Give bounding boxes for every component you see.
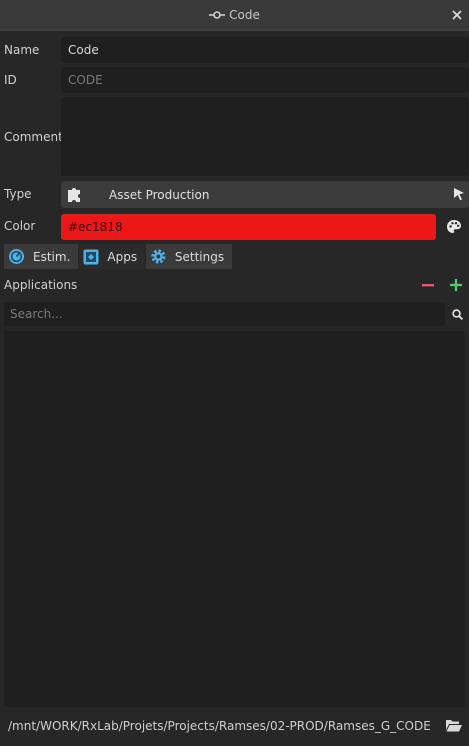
gear-icon [151, 249, 166, 264]
tab-bar: Estim. Apps Settings [4, 244, 233, 269]
puzzle-icon [67, 187, 81, 203]
applications-title: Applications [4, 278, 78, 292]
color-field[interactable]: #ec1818 [61, 214, 436, 240]
type-label: Type [4, 187, 32, 201]
folder-open-icon [446, 719, 462, 731]
applications-list[interactable] [4, 331, 465, 707]
tab-apps-label: Apps [107, 249, 138, 264]
open-folder-button[interactable] [444, 716, 464, 734]
close-button[interactable] [449, 7, 465, 23]
type-value: Asset Production [109, 187, 210, 202]
id-placeholder: CODE [68, 73, 103, 87]
color-label: Color [4, 219, 36, 233]
apps-icon [83, 249, 99, 264]
tab-estimation-label: Estim. [33, 249, 71, 264]
id-field[interactable]: CODE [61, 67, 469, 93]
color-value: #ec1818 [68, 220, 123, 234]
tab-apps[interactable]: Apps [79, 244, 146, 269]
name-value: Code [68, 43, 99, 57]
palette-icon [447, 220, 461, 233]
tab-settings-label: Settings [174, 249, 225, 264]
tab-settings[interactable]: Settings [146, 244, 233, 269]
id-label: ID [4, 73, 17, 87]
search-icon [451, 308, 463, 320]
name-label: Name [4, 43, 40, 57]
plus-icon [450, 279, 462, 291]
name-field[interactable]: Code [61, 37, 469, 63]
footer: /mnt/WORK/RxLab/Projets/Projects/Ramses/… [0, 712, 469, 740]
search-placeholder: Search... [10, 307, 63, 321]
cursor-arrow-icon [453, 187, 465, 201]
tab-estimation[interactable]: Estim. [4, 244, 79, 269]
estimation-gauge-icon [9, 249, 24, 264]
code-commit-icon [209, 10, 226, 20]
comment-field[interactable] [61, 97, 469, 176]
title-bar: Code [0, 0, 469, 31]
minus-icon [422, 284, 434, 287]
search-input[interactable]: Search... [4, 302, 445, 326]
remove-application-button[interactable] [420, 277, 436, 293]
type-select[interactable]: Asset Production [61, 181, 469, 208]
comment-label: Comment [4, 130, 63, 144]
window-title: Code [229, 8, 260, 22]
color-picker-button[interactable] [444, 217, 464, 237]
add-application-button[interactable] [448, 277, 464, 293]
close-icon [452, 10, 462, 20]
search-button[interactable] [450, 307, 464, 321]
folder-path: /mnt/WORK/RxLab/Projets/Projects/Ramses/… [8, 719, 431, 733]
